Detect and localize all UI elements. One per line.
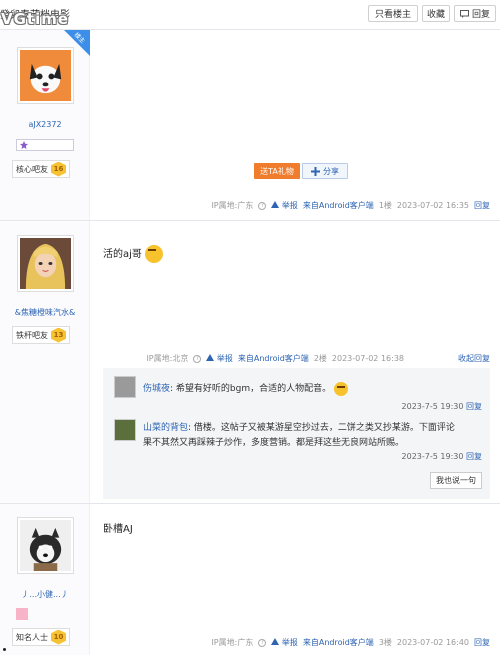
send-gift-button[interactable]: 送TA礼物 xyxy=(254,163,300,179)
level-name: 知名人士 xyxy=(16,632,48,642)
username[interactable]: aJX2372 xyxy=(0,120,90,129)
bullet-dot xyxy=(3,648,6,651)
dog-avatar-image xyxy=(20,50,71,101)
sub-reply-2-cont: 果不其然又再踩辣子炒作，多度营销。都是拜这些无良网站所赐。 xyxy=(143,435,404,448)
level-number: 13 xyxy=(51,327,66,343)
reply-top-label: 回复 xyxy=(471,10,490,20)
anime-girl-avatar-image xyxy=(20,238,71,289)
help-icon[interactable]: ? xyxy=(193,354,202,363)
avatar[interactable] xyxy=(17,517,74,574)
sub-reply-avatar[interactable] xyxy=(114,419,136,441)
warning-icon xyxy=(271,638,280,645)
author-panel: &焦糖橙味汽水& 铁杆吧友 13 xyxy=(0,221,90,503)
sub-reply-author[interactable]: 伤城夜 xyxy=(143,384,170,394)
warning-icon xyxy=(271,201,280,208)
post-floor-1: 楼主 aJX2372 核心吧友 16 送TA礼物 分享 IP属地:广东 ? 举报… xyxy=(0,30,500,221)
pink-medal-icon xyxy=(16,608,28,620)
only-op-label: 只看楼主 xyxy=(374,10,411,20)
sub-reply-meta: 2023-7-5 19:30 回复 xyxy=(402,451,482,462)
share-label: 分享 xyxy=(323,166,339,176)
report-link[interactable]: 举报 xyxy=(271,637,298,648)
level-name: 核心吧友 xyxy=(16,164,48,174)
post-time: 2023-07-02 16:38 xyxy=(331,354,404,363)
smile-emoji-icon xyxy=(333,381,348,396)
report-link[interactable]: 举报 xyxy=(206,353,233,364)
report-label: 举报 xyxy=(216,354,233,363)
sub-reply-link[interactable]: 回复 xyxy=(466,402,482,411)
report-label: 举报 xyxy=(281,638,298,647)
reply-link[interactable]: 回复 xyxy=(474,200,490,211)
top-toolbar: 癸卯春节档电影 VGtime 只看楼主 收藏 回复 xyxy=(0,0,500,30)
share-button[interactable]: 分享 xyxy=(302,163,348,179)
favorite-label: 收藏 xyxy=(426,10,445,20)
floor-number: 1楼 xyxy=(378,201,392,210)
ip-location: IP属地:北京 xyxy=(146,354,189,363)
favorite-button[interactable]: 收藏 xyxy=(422,5,450,22)
user-medal-strip xyxy=(16,139,74,151)
help-icon[interactable]: ? xyxy=(258,638,267,647)
client-link[interactable]: 来自Android客户端 xyxy=(238,353,309,364)
post-content-text: 活的aj哥 xyxy=(103,249,142,260)
plus-icon xyxy=(311,166,320,176)
client-link[interactable]: 来自Android客户端 xyxy=(303,200,374,211)
username[interactable]: &焦糖橙味汽水& xyxy=(0,307,90,318)
reply-link[interactable]: 回复 xyxy=(474,637,490,648)
post-content: 活的aj哥 xyxy=(103,245,164,263)
author-panel: 丿...小健...丿 知名人士 10 xyxy=(0,504,90,655)
sub-reply-time: 2023-7-5 19:30 xyxy=(401,452,464,461)
sub-reply-avatar[interactable] xyxy=(114,376,136,398)
level-badge[interactable]: 核心吧友 16 xyxy=(12,160,70,178)
author-panel: 楼主 aJX2372 核心吧友 16 xyxy=(0,30,90,220)
floor-number: 3楼 xyxy=(378,638,392,647)
post-content-text: 卧槽AJ xyxy=(103,524,133,535)
site-watermark: VGtime xyxy=(1,10,70,28)
warning-icon xyxy=(206,354,215,361)
sub-reply-panel: 伤城夜: 希望有好听的bgm，合适的人物配音。 2023-7-5 19:30 回… xyxy=(103,368,490,499)
level-badge[interactable]: 铁杆吧友 13 xyxy=(12,326,70,344)
help-icon[interactable]: ? xyxy=(258,201,267,210)
comment-icon xyxy=(459,9,469,18)
sub-reply-text: : 借楼。这帖子又被某游星空抄过去，二饼之类又抄某游。下面评论 xyxy=(188,423,455,433)
report-label: 举报 xyxy=(281,201,298,210)
post-tail: IP属地:广东? 举报 来自Android客户端 1楼 2023-07-02 1… xyxy=(211,200,490,211)
sub-reply-author[interactable]: 山菜的背包 xyxy=(143,423,188,433)
ip-location: IP属地:广东 xyxy=(211,201,254,210)
only-op-button[interactable]: 只看楼主 xyxy=(368,5,418,22)
sub-reply-text: : 希望有好听的bgm，合适的人物配音。 xyxy=(170,384,332,394)
reply-top-button[interactable]: 回复 xyxy=(454,5,496,22)
level-badge[interactable]: 知名人士 10 xyxy=(12,628,70,646)
client-link[interactable]: 来自Android客户端 xyxy=(303,637,374,648)
ip-location: IP属地:广东 xyxy=(211,638,254,647)
sub-reply-text-cont: 果不其然又再踩辣子炒作，多度营销。都是拜这些无良网站所赐。 xyxy=(143,438,405,448)
report-link[interactable]: 举报 xyxy=(271,200,298,211)
post-tail: IP属地:广东? 举报 来自Android客户端 3楼 2023-07-02 1… xyxy=(211,637,490,648)
level-number: 16 xyxy=(51,161,66,177)
purple-medal-icon xyxy=(20,141,28,149)
sub-reply-2: 山菜的背包: 借楼。这帖子又被某游星空抄过去，二饼之类又抄某游。下面评论 xyxy=(143,420,455,433)
post-tail: IP属地:北京? 举报 来自Android客户端 2楼 2023-07-02 1… xyxy=(146,353,404,364)
surprised-emoji-icon xyxy=(145,245,164,263)
sub-reply-link[interactable]: 回复 xyxy=(466,452,482,461)
gift-label: 送TA礼物 xyxy=(260,166,294,176)
post-floor-2: &焦糖橙味汽水& 铁杆吧友 13 活的aj哥 IP属地:北京? 举报 来自And… xyxy=(0,221,500,504)
sub-reply-1: 伤城夜: 希望有好听的bgm，合适的人物配音。 xyxy=(143,381,348,396)
level-name: 铁杆吧友 xyxy=(16,330,48,340)
say-something-button[interactable]: 我也说一句 xyxy=(430,472,482,489)
post-time: 2023-07-02 16:40 xyxy=(396,638,469,647)
level-number: 10 xyxy=(51,629,66,645)
say-label: 我也说一句 xyxy=(436,476,476,485)
post-time: 2023-07-02 16:35 xyxy=(396,201,469,210)
post-floor-3: 丿...小健...丿 知名人士 10 卧槽AJ IP属地:广东? 举报 来自An… xyxy=(0,504,500,655)
collapse-replies-button[interactable]: 收起回复 xyxy=(458,353,490,364)
husky-puppy-avatar-image xyxy=(20,520,71,571)
avatar[interactable] xyxy=(17,235,74,292)
floor-number: 2楼 xyxy=(313,354,327,363)
sub-reply-meta: 2023-7-5 19:30 回复 xyxy=(402,401,482,412)
avatar[interactable] xyxy=(17,47,74,104)
username[interactable]: 丿...小健...丿 xyxy=(0,589,90,600)
sub-reply-time: 2023-7-5 19:30 xyxy=(401,402,464,411)
